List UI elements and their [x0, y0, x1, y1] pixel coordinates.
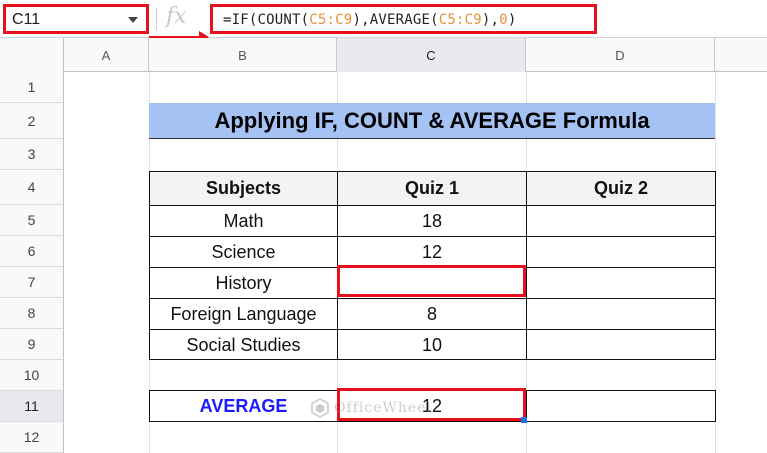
grid-line — [715, 72, 716, 453]
table-header-subjects[interactable]: Subjects — [149, 171, 337, 205]
formula-part-range: C5:C9 — [438, 12, 482, 28]
formula-bar: C11 fx =IF(COUNT(C5:C9),AVERAGE(C5:C9),0… — [0, 0, 767, 38]
cell-quiz-1[interactable]: 8 — [337, 298, 526, 329]
formula-input[interactable]: =IF(COUNT(C5:C9),AVERAGE(C5:C9),0) — [210, 4, 597, 34]
cell-quiz-2[interactable] — [526, 236, 715, 267]
formula-part-range: C5:C9 — [309, 12, 353, 28]
cell-quiz-2[interactable] — [526, 205, 715, 236]
formula-part: ) — [507, 12, 517, 28]
column-header-a[interactable]: A — [64, 38, 149, 72]
formula-text: =IF(COUNT(C5:C9),AVERAGE(C5:C9),0) — [223, 12, 516, 28]
table-header-quiz-1[interactable]: Quiz 1 — [337, 171, 526, 205]
row-header[interactable]: 5 — [0, 205, 64, 236]
formula-part: ),AVERAGE( — [352, 12, 439, 28]
average-value-cell[interactable]: 12 — [337, 390, 526, 421]
cell-quiz-2[interactable] — [526, 267, 715, 298]
cell-quiz-2[interactable] — [526, 298, 715, 329]
formula-part: ), — [481, 12, 500, 28]
fill-handle[interactable] — [521, 417, 527, 423]
sheet-title[interactable]: Applying IF, COUNT & AVERAGE Formula — [149, 103, 715, 139]
cell-subject[interactable]: Foreign Language — [149, 298, 337, 329]
cell-quiz-2[interactable] — [526, 329, 715, 360]
name-box-value: C11 — [12, 11, 41, 28]
column-header-d[interactable]: D — [526, 38, 715, 72]
average-label[interactable]: AVERAGE — [149, 390, 337, 421]
formula-part: =IF(COUNT( — [223, 12, 310, 28]
cell-subject[interactable]: Science — [149, 236, 337, 267]
cell-quiz-1[interactable]: 10 — [337, 329, 526, 360]
row-header[interactable]: 1 — [0, 72, 64, 103]
row-header[interactable]: 9 — [0, 329, 64, 360]
row-header[interactable]: 2 — [0, 103, 64, 139]
average-quiz-2-cell[interactable] — [526, 390, 715, 421]
cell-quiz-1[interactable]: 12 — [337, 236, 526, 267]
cell-subject[interactable]: History — [149, 267, 337, 298]
formula-bar-divider — [156, 8, 157, 30]
cell-quiz-1[interactable]: 18 — [337, 205, 526, 236]
row-header[interactable]: 8 — [0, 298, 64, 329]
row-header[interactable]: 4 — [0, 170, 64, 205]
select-all-corner[interactable] — [0, 38, 64, 72]
column-header-b[interactable]: B — [149, 38, 337, 72]
table-header-quiz-2[interactable]: Quiz 2 — [526, 171, 715, 205]
name-box[interactable]: C11 — [3, 4, 149, 34]
column-header-row: A B C D — [0, 38, 767, 72]
row-header[interactable]: 3 — [0, 139, 64, 170]
row-header[interactable]: 11 — [0, 391, 64, 422]
column-header-c[interactable]: C — [337, 38, 526, 72]
cell-subject[interactable]: Social Studies — [149, 329, 337, 360]
cell-subject[interactable]: Math — [149, 205, 337, 236]
cell-quiz-1[interactable] — [337, 267, 526, 298]
row-header[interactable]: 10 — [0, 360, 64, 391]
row-header[interactable]: 12 — [0, 422, 64, 453]
formula-part-number: 0 — [499, 12, 508, 28]
fx-icon: fx — [166, 4, 187, 29]
row-header[interactable]: 7 — [0, 267, 64, 298]
row-header[interactable]: 6 — [0, 236, 64, 267]
chevron-down-icon[interactable] — [128, 17, 138, 23]
